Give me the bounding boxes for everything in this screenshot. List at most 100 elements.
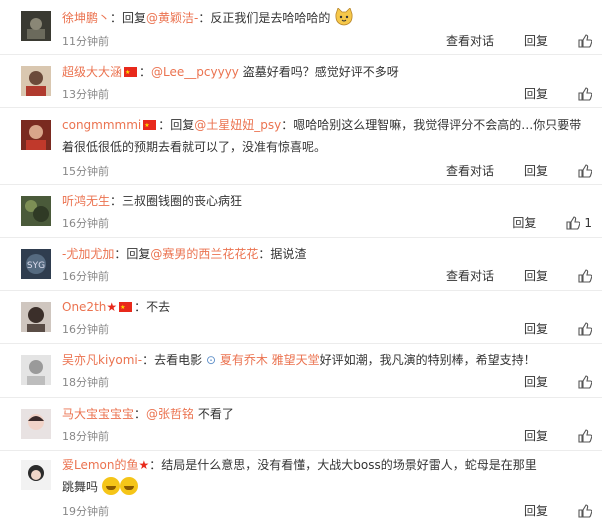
view-conversation-link[interactable]: 查看对话 <box>446 162 494 179</box>
like-icon[interactable] <box>566 215 581 230</box>
username-link[interactable]: congmmmmi <box>62 118 141 132</box>
china-flag-icon <box>119 297 133 319</box>
prefix: ： <box>142 353 155 367</box>
reply-link[interactable]: 回复 <box>524 162 548 179</box>
reply-link[interactable]: 回复 <box>524 320 548 337</box>
username-link[interactable]: -尤加尤加 <box>62 247 114 261</box>
prefix: ： <box>110 194 123 208</box>
timestamp: 13分钟前 <box>62 88 109 101</box>
star-badge-icon: ★ <box>138 458 150 472</box>
reply-link[interactable]: 回复 <box>524 32 548 49</box>
like-icon[interactable] <box>578 86 592 101</box>
reply-link[interactable]: 回复 <box>524 85 548 102</box>
prefix: ：回复 <box>110 11 147 25</box>
like-icon[interactable] <box>578 503 592 518</box>
comment-text: 听鸿无生：三叔圈钱圈的丧心病狂 <box>62 190 590 212</box>
comment-item: 吴亦凡kiyomi-：去看电影 ⊙ 夏有乔木 雅望天堂好评如潮，我凡演的特别棒，… <box>0 343 602 398</box>
avatar[interactable] <box>21 355 51 385</box>
like-icon[interactable] <box>578 33 592 48</box>
topic-link[interactable]: 夏有乔木 雅望天堂 <box>220 353 320 367</box>
comment-text: 爱Lemon的鱼★：结局是什么意思，没有看懂，大战大boss的场景好雷人，蛇母是… <box>62 454 542 498</box>
comment-body: ：反正我们是去哈哈哈的 <box>198 11 331 25</box>
laughing-emoji-icon <box>119 477 138 495</box>
timestamp: 15分钟前 <box>62 165 109 178</box>
comment-body-cont: 好评如潮，我凡演的特别棒，希望支持！ <box>319 353 536 367</box>
timestamp: 19分钟前 <box>62 505 109 518</box>
reply-link[interactable]: 回复 <box>524 267 548 284</box>
comment-body: 盗墓好看吗？感觉好评不多呀 <box>238 65 399 79</box>
comment-text: congmmmmi：回复@土星妞妞_psy：嗯哈哈别这么理智嘛，我觉得评分不会高… <box>62 114 590 158</box>
timestamp: 16分钟前 <box>62 217 109 230</box>
username-link[interactable]: 爱Lemon的鱼 <box>62 458 139 472</box>
avatar[interactable] <box>21 11 51 41</box>
comment-body: ：据说渣 <box>258 247 307 261</box>
like-icon[interactable] <box>578 374 592 389</box>
comment-item: 超级大大涵 ：@Lee__pcyyyy 盗墓好看吗？感觉好评不多呀 13分钟前 回… <box>0 54 602 108</box>
svg-text:SYG: SYG <box>27 261 45 271</box>
username-link[interactable]: 听鸿无生 <box>62 194 110 208</box>
reply-link[interactable]: 回复 <box>524 502 548 519</box>
mention-link[interactable]: @赛男的西兰花花花 <box>150 247 258 261</box>
prefix: ： <box>139 65 152 79</box>
reply-link[interactable]: 回复 <box>524 373 548 390</box>
prefix: ：回复 <box>158 118 195 132</box>
timestamp: 18分钟前 <box>62 430 109 443</box>
comment-item: One2th★ ：不去 16分钟前 回复 <box>0 290 602 344</box>
username-link[interactable]: One2th <box>62 300 106 314</box>
avatar[interactable] <box>21 302 51 332</box>
username-link[interactable]: 马大宝宝宝宝 <box>62 407 134 421</box>
comment-actions: 回复 <box>494 373 592 390</box>
like-count: 1 <box>584 215 592 230</box>
comment-actions: 回复 <box>494 320 592 337</box>
comment-actions: 查看对话 回复 <box>416 162 592 179</box>
comment-item: SYG -尤加尤加：回复@赛男的西兰花花花：据说渣 16分钟前 查看对话 回复 <box>0 237 602 291</box>
avatar[interactable] <box>21 460 51 490</box>
reply-link[interactable]: 回复 <box>524 427 548 444</box>
mention-link[interactable]: @张哲铭 <box>146 407 194 421</box>
avatar[interactable] <box>21 409 51 439</box>
topic-icon: ⊙ <box>205 353 216 367</box>
comment-actions: 查看对话 回复 <box>416 267 592 284</box>
comment-text: One2th★ ：不去 <box>62 296 590 319</box>
laughing-emoji-icon <box>101 477 120 495</box>
comment-actions: 回复 <box>494 502 592 519</box>
avatar[interactable] <box>21 120 51 150</box>
comment-body: 去看电影 <box>154 353 206 367</box>
comment-item: 听鸿无生：三叔圈钱圈的丧心病狂 16分钟前 回复 1 <box>0 184 602 238</box>
comment-actions: 回复 <box>494 85 592 102</box>
username-link[interactable]: 吴亦凡kiyomi- <box>62 353 142 367</box>
like-icon[interactable] <box>578 428 592 443</box>
comment-list: 徐坤鹏丶：回复@黄颖洁-：反正我们是去哈哈哈的 11分钟前 查看对话 回复 超级… <box>0 0 602 521</box>
comment-text: 超级大大涵 ：@Lee__pcyyyy 盗墓好看吗？感觉好评不多呀 <box>62 61 590 84</box>
avatar[interactable] <box>21 196 51 226</box>
mention-link[interactable]: @土星妞妞_psy <box>194 118 281 132</box>
comment-body: 不去 <box>146 300 171 314</box>
mention-link[interactable]: @Lee__pcyyyy <box>151 65 239 79</box>
comment-body: 不看了 <box>194 407 234 421</box>
china-flag-icon <box>143 115 157 137</box>
mention-link[interactable]: @黄颖洁- <box>146 11 198 25</box>
avatar[interactable]: SYG <box>21 249 51 279</box>
comment-actions: 查看对话 回复 <box>416 32 592 49</box>
avatar[interactable] <box>21 66 51 96</box>
like-icon[interactable] <box>578 321 592 336</box>
username-link[interactable]: 徐坤鹏丶 <box>62 11 110 25</box>
username-link[interactable]: 超级大大涵 <box>62 65 122 79</box>
reply-link[interactable]: 回复 <box>512 214 536 231</box>
comment-actions: 回复 <box>494 427 592 444</box>
timestamp: 11分钟前 <box>62 35 109 48</box>
comment-actions: 回复 1 <box>482 214 592 231</box>
like-icon[interactable] <box>578 163 592 178</box>
like-icon[interactable] <box>578 268 592 283</box>
comment-text: 徐坤鹏丶：回复@黄颖洁-：反正我们是去哈哈哈的 <box>62 7 590 29</box>
prefix: ： <box>134 300 147 314</box>
comment-item: 马大宝宝宝宝：@张哲铭 不看了 18分钟前 回复 <box>0 397 602 451</box>
prefix: ：回复 <box>114 247 151 261</box>
comment-item: 徐坤鹏丶：回复@黄颖洁-：反正我们是去哈哈哈的 11分钟前 查看对话 回复 <box>0 0 602 55</box>
comment-text: 马大宝宝宝宝：@张哲铭 不看了 <box>62 403 590 425</box>
view-conversation-link[interactable]: 查看对话 <box>446 267 494 284</box>
timestamp: 18分钟前 <box>62 376 109 389</box>
timestamp: 16分钟前 <box>62 270 109 283</box>
prefix: ： <box>134 407 147 421</box>
view-conversation-link[interactable]: 查看对话 <box>446 32 494 49</box>
